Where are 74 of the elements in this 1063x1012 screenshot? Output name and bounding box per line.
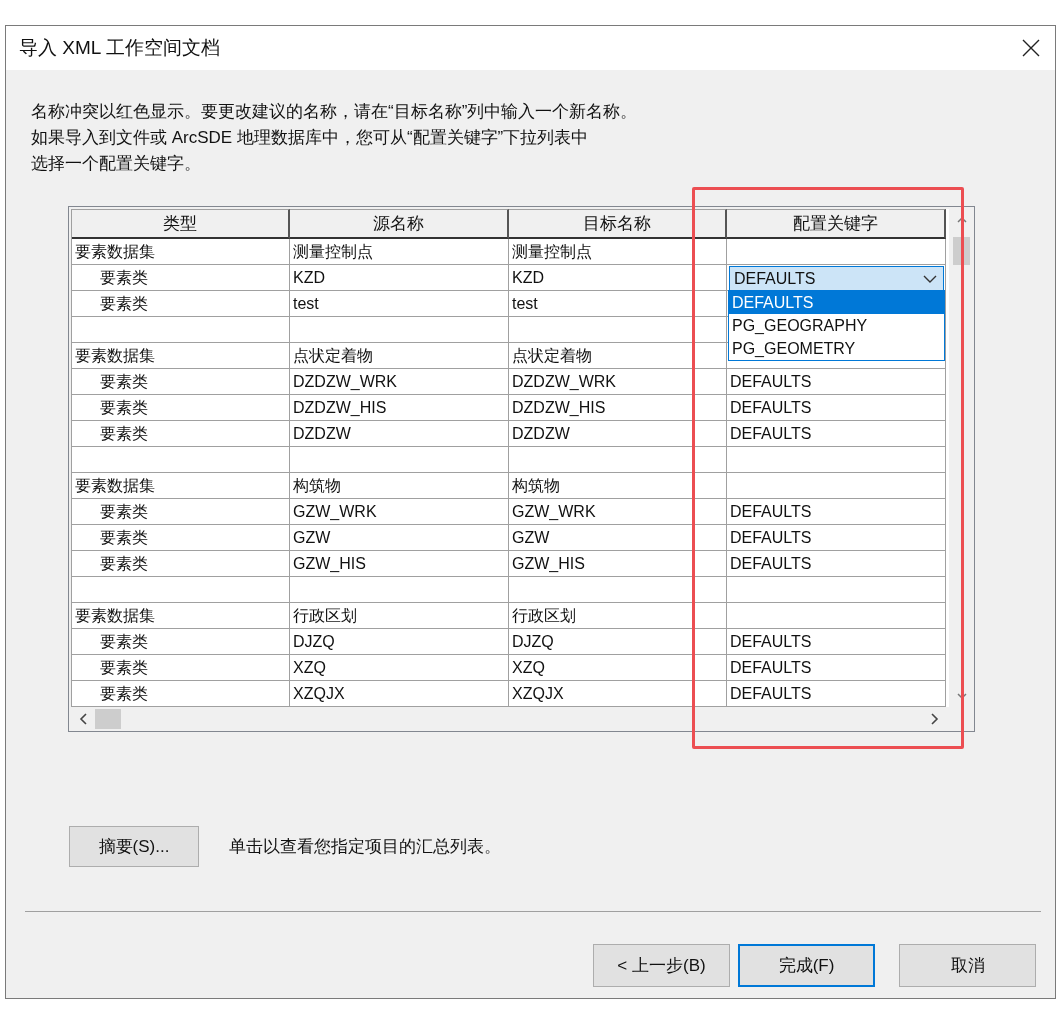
table-cell: 要素类 xyxy=(72,655,290,681)
table-cell: 点状定着物 xyxy=(290,343,509,369)
table-cell: DEFAULTS xyxy=(727,499,946,525)
table-cell: 要素类 xyxy=(72,551,290,577)
table-cell: 要素类 xyxy=(72,421,290,447)
table-cell: GZW_WRK xyxy=(509,499,727,525)
table-cell: DEFAULTS xyxy=(727,655,946,681)
cancel-button[interactable]: 取消 xyxy=(899,944,1036,987)
table-cell: GZW xyxy=(509,525,727,551)
dropdown-option[interactable]: PG_GEOMETRY xyxy=(729,337,944,360)
table-cell: DZDZW_WRK xyxy=(290,369,509,395)
dropdown-option[interactable]: DEFAULTS xyxy=(729,291,944,314)
table-cell: DZDZW xyxy=(290,421,509,447)
instruction-text: 选择一个配置关键字。 xyxy=(31,153,202,175)
table-cell: GZW xyxy=(290,525,509,551)
table-cell: DJZQ xyxy=(290,629,509,655)
table-cell: 行政区划 xyxy=(509,603,727,629)
window-title: 导入 XML 工作空间文档 xyxy=(19,36,220,60)
table-cell: DEFAULTS xyxy=(727,421,946,447)
table-cell: 构筑物 xyxy=(290,473,509,499)
table-cell: DEFAULTS xyxy=(727,525,946,551)
table-cell: DJZQ xyxy=(509,629,727,655)
table-cell: KZD xyxy=(290,265,509,291)
table-cell: 要素数据集 xyxy=(72,239,290,265)
scroll-right-icon[interactable] xyxy=(929,712,939,726)
table-cell: DEFAULTS xyxy=(727,551,946,577)
table-cell: DZDZW xyxy=(509,421,727,447)
table-cell: DZDZW_WRK xyxy=(509,369,727,395)
instruction-text: 如果导入到文件或 ArcSDE 地理数据库中，您可从“配置关键字”下拉列表中 xyxy=(31,127,590,149)
table-cell: test xyxy=(509,291,727,317)
table-cell: DZDZW_HIS xyxy=(290,395,509,421)
table-cell: 要素数据集 xyxy=(72,603,290,629)
summary-button[interactable]: 摘要(S)... xyxy=(69,826,199,867)
table-cell: test xyxy=(290,291,509,317)
scroll-down-icon[interactable] xyxy=(955,691,968,701)
column-header[interactable]: 配置关键字 xyxy=(727,209,946,239)
table-cell: 构筑物 xyxy=(509,473,727,499)
table-cell: 要素类 xyxy=(72,499,290,525)
table-cell: 要素类 xyxy=(72,525,290,551)
summary-hint: 单击以查看您指定项目的汇总列表。 xyxy=(229,836,501,858)
table-cell: GZW_HIS xyxy=(509,551,727,577)
close-icon[interactable] xyxy=(1021,38,1041,58)
table-cell: GZW_HIS xyxy=(290,551,509,577)
scroll-left-icon[interactable] xyxy=(79,712,89,726)
scroll-up-icon[interactable] xyxy=(955,215,968,225)
table-cell: 要素类 xyxy=(72,291,290,317)
table-cell: DZDZW_HIS xyxy=(509,395,727,421)
chevron-down-icon xyxy=(923,274,937,283)
table-cell: KZD xyxy=(509,265,727,291)
column-header[interactable]: 类型 xyxy=(72,209,290,239)
table-cell: XZQ xyxy=(290,655,509,681)
table-cell: 测量控制点 xyxy=(290,239,509,265)
table-cell: 要素类 xyxy=(72,395,290,421)
table-cell: 测量控制点 xyxy=(509,239,727,265)
keyword-dropdown[interactable]: DEFAULTS xyxy=(729,266,944,291)
instruction-text: 名称冲突以红色显示。要更改建议的名称，请在“目标名称”列中输入一个新名称。 xyxy=(31,101,639,123)
column-header[interactable]: 源名称 xyxy=(290,209,509,239)
table-cell: 要素类 xyxy=(72,369,290,395)
column-header[interactable]: 目标名称 xyxy=(509,209,727,239)
table-cell: DEFAULTS xyxy=(727,369,946,395)
table-cell: 要素数据集 xyxy=(72,473,290,499)
scrollbar-thumb[interactable] xyxy=(95,709,121,729)
table-cell: XZQ xyxy=(509,655,727,681)
table-cell: 要素类 xyxy=(72,629,290,655)
table-cell: 行政区划 xyxy=(290,603,509,629)
table-cell: 点状定着物 xyxy=(509,343,727,369)
finish-button[interactable]: 完成(F) xyxy=(738,944,875,987)
table-cell: DEFAULTS xyxy=(727,629,946,655)
table-cell: 要素数据集 xyxy=(72,343,290,369)
table-cell: GZW_WRK xyxy=(290,499,509,525)
table-cell: 要素类 xyxy=(72,265,290,291)
table-cell: DEFAULTS xyxy=(727,395,946,421)
dropdown-option[interactable]: PG_GEOGRAPHY xyxy=(729,314,944,337)
back-button[interactable]: < 上一步(B) xyxy=(593,944,730,987)
